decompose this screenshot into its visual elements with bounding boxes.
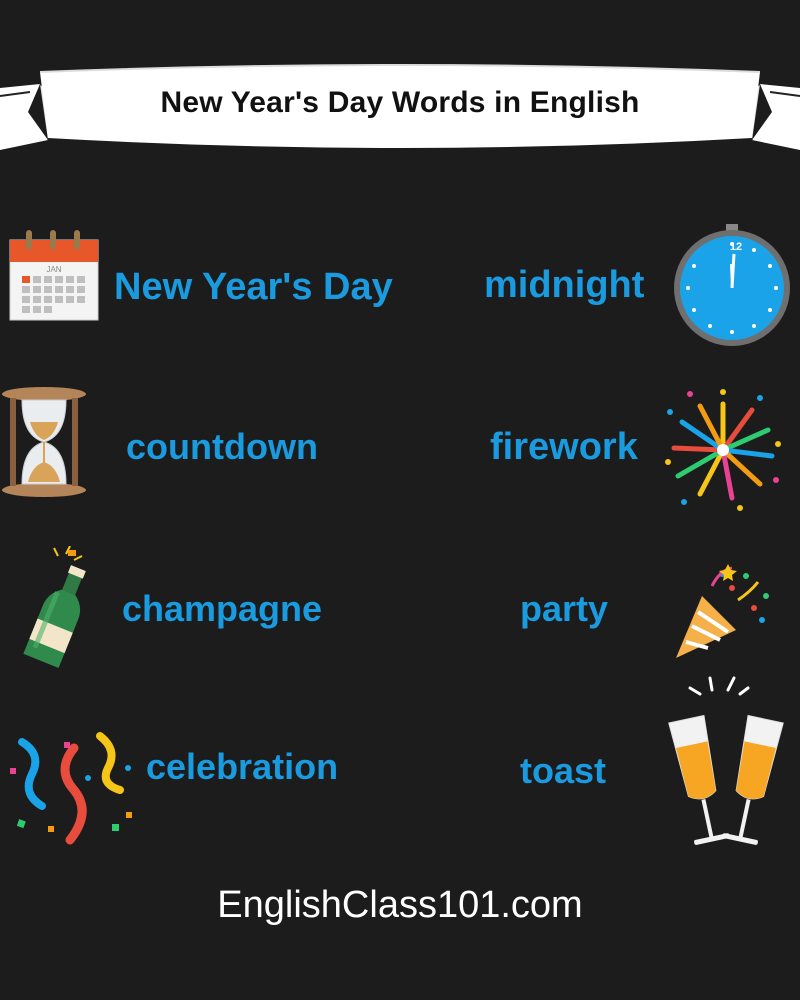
- calendar-icon: JAN: [8, 228, 100, 327]
- clock-number-label: 12: [730, 241, 742, 253]
- hourglass-icon: [0, 386, 90, 503]
- word-party: party: [520, 588, 609, 629]
- word-champagne: champagne: [122, 588, 323, 629]
- party-popper-icon: [672, 556, 776, 665]
- toast-glasses-icon: [664, 674, 788, 859]
- title-banner: New Year's Day Words in English: [0, 0, 800, 170]
- word-firework: firework: [490, 426, 638, 468]
- calendar-month-label: JAN: [46, 265, 61, 274]
- word-new-years-day: New Year's Day: [114, 266, 393, 308]
- ribbon-banner-icon: [0, 64, 800, 150]
- clock-icon: 12: [670, 224, 794, 353]
- firework-icon: [660, 384, 786, 519]
- confetti-streamers-icon: [8, 728, 142, 855]
- word-midnight: midnight: [484, 264, 645, 306]
- champagne-bottle-icon: [18, 545, 98, 675]
- page-title: New Year's Day Words in English: [160, 86, 640, 119]
- word-celebration: celebration: [146, 746, 339, 787]
- word-toast: toast: [520, 750, 607, 791]
- word-countdown: countdown: [126, 426, 318, 467]
- site-footer: EnglishClass101.com: [217, 884, 583, 926]
